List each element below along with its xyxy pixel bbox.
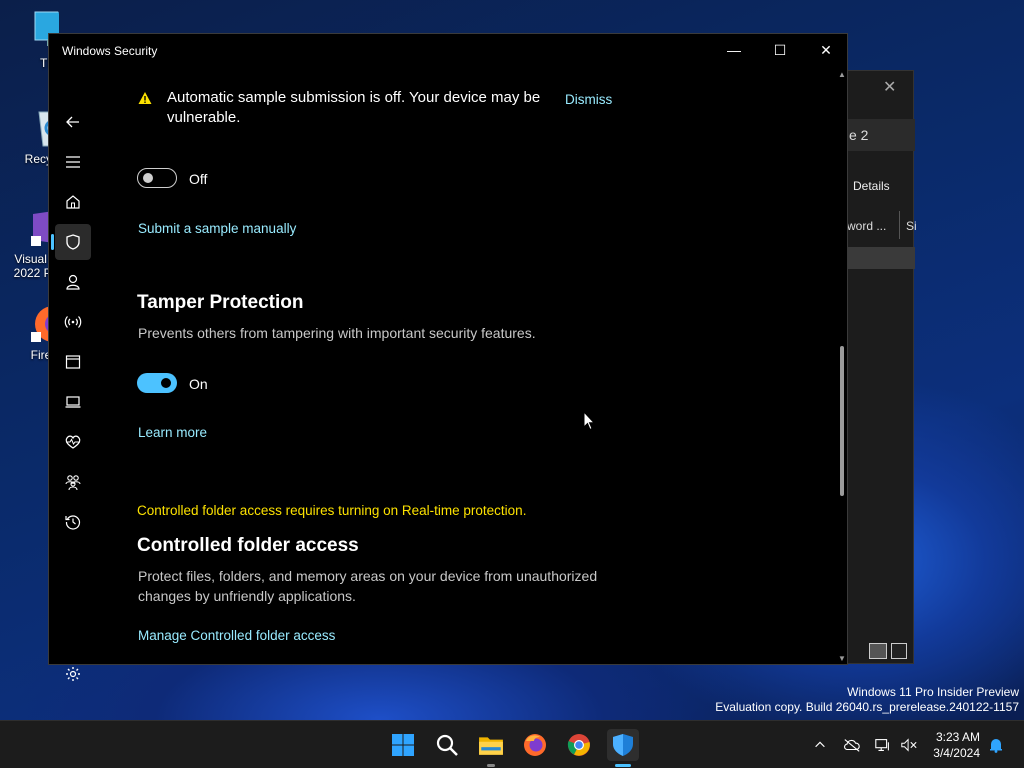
build-watermark: Windows 11 Pro Insider Preview Evaluatio… (715, 685, 1019, 715)
hamburger-menu-icon (66, 156, 80, 168)
menu-button[interactable] (55, 144, 91, 180)
cloud-offline-icon (844, 739, 860, 752)
tray-notifications[interactable] (986, 735, 1006, 755)
cfa-heading: Controlled folder access (137, 535, 359, 556)
mouse-cursor-icon (583, 411, 595, 431)
gear-icon (66, 667, 80, 681)
tiles-view-icon[interactable] (891, 643, 907, 659)
title-bar[interactable]: Windows Security — ☐ ✕ (49, 34, 847, 66)
shield-icon (66, 234, 80, 250)
watermark-line-1: Windows 11 Pro Insider Preview (847, 685, 1019, 699)
nav-app-browser-control[interactable] (55, 344, 91, 380)
warning-text: Automatic sample submission is off. Your… (167, 89, 541, 126)
close-button[interactable]: ✕ (803, 34, 849, 66)
back-button[interactable] (55, 104, 91, 140)
cfa-realtime-notice: Controlled folder access requires turnin… (137, 503, 527, 518)
sample-submission-toggle[interactable] (137, 168, 177, 188)
chevron-up-icon (815, 741, 825, 748)
home-icon (66, 195, 80, 209)
navigation-pane (49, 66, 97, 681)
maximize-button[interactable]: ☐ (757, 34, 803, 66)
taskbar-search[interactable] (431, 729, 463, 761)
person-icon (66, 274, 80, 290)
details-button[interactable]: Details (853, 179, 890, 193)
cfa-description: Protect files, folders, and memory areas… (138, 568, 598, 604)
close-icon[interactable]: ✕ (883, 77, 896, 97)
scroll-thumb[interactable] (840, 346, 844, 496)
nav-family-options[interactable] (55, 464, 91, 500)
taskbar-chrome[interactable] (563, 729, 595, 761)
network-icon (875, 739, 889, 751)
warning-icon (138, 92, 152, 104)
nav-device-performance[interactable] (55, 424, 91, 460)
system-clock[interactable]: 3:23 AM 3/4/2024 (924, 729, 980, 761)
toggle-knob (143, 173, 153, 183)
laptop-icon (65, 396, 81, 408)
tamper-protection-toggle-label: On (189, 376, 208, 392)
nav-home[interactable] (55, 184, 91, 220)
table-row[interactable] (837, 247, 915, 269)
column-header-password[interactable]: word ... (847, 219, 886, 233)
windows-logo-icon (392, 734, 414, 756)
bell-icon (990, 739, 1002, 753)
heart-pulse-icon (65, 435, 81, 449)
taskbar-start[interactable] (387, 729, 419, 761)
taskbar-windows-security[interactable] (607, 729, 639, 767)
scroll-up-icon[interactable]: ▲ (837, 70, 847, 80)
scroll-down-icon[interactable]: ▼ (837, 654, 847, 664)
windows-security-window: Windows Security — ☐ ✕ Automatic sample … (48, 33, 848, 681)
nav-protection-history[interactable] (55, 504, 91, 540)
nav-account-protection[interactable] (55, 264, 91, 300)
nav-settings[interactable] (55, 656, 91, 692)
active-indicator (615, 764, 631, 767)
tamper-protection-description: Prevents others from tampering with impo… (138, 325, 536, 341)
nav-virus-protection[interactable] (51, 224, 91, 260)
vertical-scrollbar[interactable]: ▲ ▼ (837, 70, 847, 664)
clock-date: 3/4/2024 (933, 746, 980, 760)
history-icon (65, 515, 81, 530)
minimize-button[interactable]: — (711, 34, 757, 66)
learn-more-link[interactable]: Learn more (138, 425, 207, 440)
watermark-line-2: Evaluation copy. Build 26040.rs_prerelea… (715, 700, 1019, 714)
column-header-size[interactable]: Si (899, 211, 917, 239)
tray-network[interactable] (873, 735, 893, 755)
chrome-icon (567, 734, 590, 756)
running-indicator (487, 764, 495, 767)
virus-protection-settings-page: Automatic sample submission is off. Your… (137, 66, 837, 664)
window-title: Windows Security (62, 44, 158, 58)
wifi-antenna-icon (64, 316, 82, 328)
tray-overflow-button[interactable] (810, 735, 830, 755)
manage-cfa-link[interactable]: Manage Controlled folder access (138, 628, 335, 643)
nav-firewall[interactable] (55, 304, 91, 340)
tamper-protection-heading: Tamper Protection (137, 292, 304, 313)
search-icon (436, 734, 458, 756)
clock-time: 3:23 AM (935, 730, 980, 744)
details-view-icon[interactable] (869, 643, 887, 659)
submit-sample-link[interactable]: Submit a sample manually (138, 221, 296, 236)
back-arrow-icon (66, 116, 79, 128)
dismiss-link[interactable]: Dismiss (565, 92, 612, 107)
tray-volume[interactable] (899, 735, 919, 755)
firefox-icon (524, 734, 546, 756)
tamper-protection-toggle[interactable] (137, 373, 177, 393)
taskbar: 3:23 AM 3/4/2024 (0, 720, 1024, 768)
folder-icon (479, 737, 503, 755)
toggle-knob (161, 378, 171, 388)
browser-window-icon (65, 355, 81, 369)
nav-device-security[interactable] (55, 384, 91, 420)
tray-cloud-status[interactable] (842, 735, 862, 755)
explorer-tab[interactable]: e 2 (837, 119, 915, 151)
family-icon (65, 475, 81, 491)
defender-shield-icon (613, 734, 633, 756)
sample-submission-toggle-label: Off (189, 171, 208, 187)
volume-muted-icon (901, 738, 917, 752)
taskbar-file-explorer[interactable] (475, 729, 507, 767)
taskbar-firefox[interactable] (519, 729, 551, 761)
